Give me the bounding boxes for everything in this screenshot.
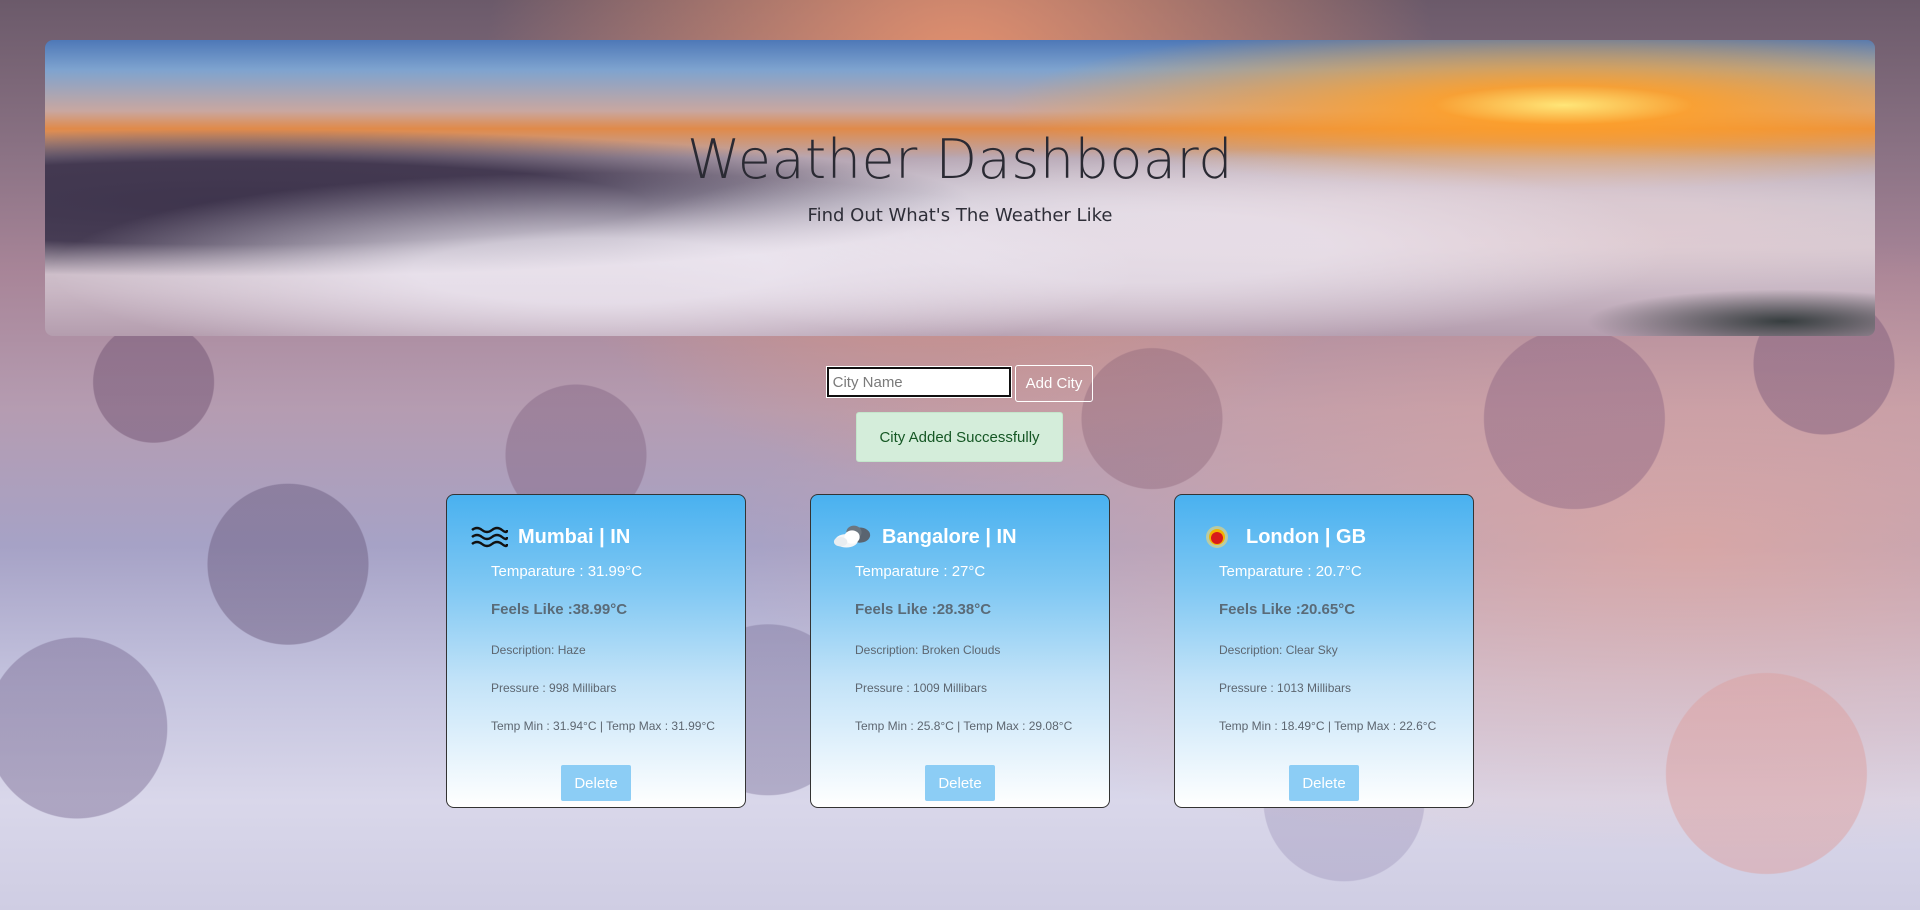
delete-button[interactable]: Delete	[925, 765, 995, 801]
weather-card: London | GB Temparature : 20.7°C Feels L…	[1174, 494, 1474, 808]
haze-icon	[469, 523, 509, 551]
temperature-text: Temparature : 27°C	[855, 563, 986, 580]
card-header: Bangalore | IN	[833, 523, 1087, 551]
weather-card: Bangalore | IN Temparature : 27°C Feels …	[810, 494, 1110, 808]
city-name-input[interactable]	[825, 366, 1012, 398]
card-city-title: Bangalore | IN	[882, 525, 1017, 548]
success-alert: City Added Successfully	[856, 412, 1063, 462]
pressure-text: Pressure : 1009 Millibars	[855, 681, 988, 695]
description-text: Description: Broken Clouds	[855, 643, 1001, 657]
card-body: Temparature : 31.99°C Feels Like :38.99°…	[469, 563, 723, 733]
delete-button[interactable]: Delete	[561, 765, 631, 801]
card-city-title: Mumbai | IN	[518, 525, 631, 548]
card-body: Temparature : 20.7°C Feels Like :20.65°C…	[1197, 563, 1451, 733]
card-header: Mumbai | IN	[469, 523, 723, 551]
temperature-text: Temparature : 31.99°C	[491, 563, 643, 580]
card-body: Temparature : 27°C Feels Like :28.38°C D…	[833, 563, 1087, 733]
pressure-text: Pressure : 998 Millibars	[491, 681, 617, 695]
weather-card: Mumbai | IN Temparature : 31.99°C Feels …	[446, 494, 746, 808]
description-text: Description: Haze	[491, 643, 586, 657]
pressure-text: Pressure : 1013 Millibars	[1219, 681, 1352, 695]
add-city-button[interactable]: Add City	[1014, 365, 1094, 402]
banner-text: Weather Dashboard Find Out What's The We…	[45, 128, 1875, 226]
weather-cards: Mumbai | IN Temparature : 31.99°C Feels …	[446, 494, 1474, 808]
broken-clouds-icon	[833, 523, 873, 551]
delete-button[interactable]: Delete	[1289, 765, 1359, 801]
feels-like-text: Feels Like :38.99°C	[491, 601, 628, 618]
temperature-text: Temparature : 20.7°C	[1219, 563, 1362, 580]
feels-like-text: Feels Like :28.38°C	[855, 601, 992, 618]
page-subtitle: Find Out What's The Weather Like	[807, 205, 1113, 226]
page-title: Weather Dashboard	[687, 128, 1233, 191]
temp-range-text: Temp Min : 18.49°C | Temp Max : 22.6°C	[1219, 719, 1437, 733]
description-text: Description: Clear Sky	[1219, 643, 1338, 657]
temp-range-text: Temp Min : 25.8°C | Temp Max : 29.08°C	[855, 719, 1073, 733]
add-city-form: Add City	[0, 365, 1920, 402]
header-banner: Weather Dashboard Find Out What's The We…	[45, 40, 1875, 336]
card-city-title: London | GB	[1246, 525, 1367, 548]
card-header: London | GB	[1197, 523, 1451, 551]
feels-like-text: Feels Like :20.65°C	[1219, 601, 1356, 618]
clear-sky-icon	[1197, 523, 1237, 551]
temp-range-text: Temp Min : 31.94°C | Temp Max : 31.99°C	[491, 719, 715, 733]
